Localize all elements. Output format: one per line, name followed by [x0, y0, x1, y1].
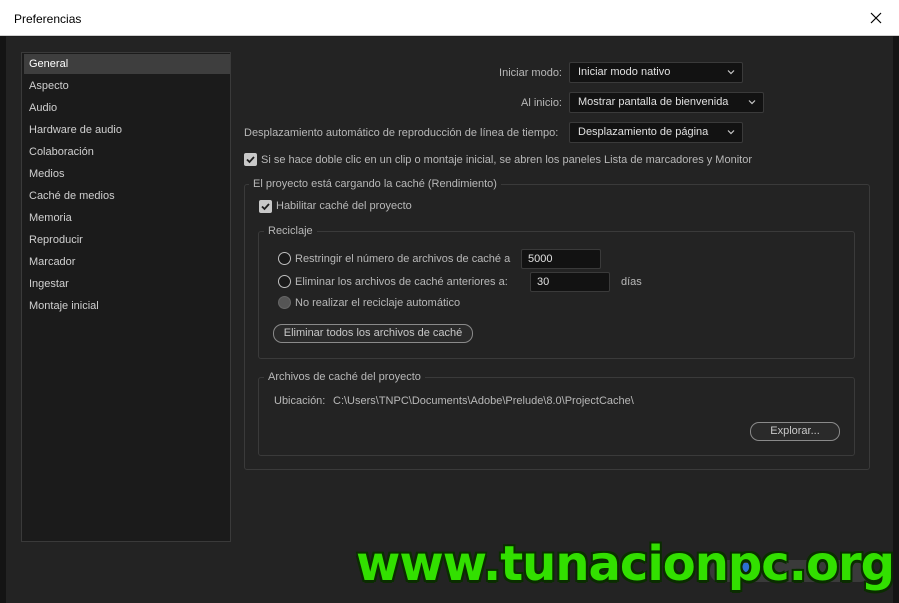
sidebar-item-medios[interactable]: Medios	[24, 164, 230, 184]
sidebar-item-ingestar[interactable]: Ingestar	[24, 274, 230, 294]
window-title: Preferencias	[14, 12, 82, 26]
watermark-text: www.tunacionpc.org	[356, 536, 895, 592]
chevron-down-icon	[727, 130, 735, 135]
delete-all-cache-button[interactable]: Eliminar todos los archivos de caché	[273, 324, 473, 343]
older-than-input[interactable]: 30	[530, 272, 610, 292]
no-recycle-radio[interactable]	[278, 296, 291, 309]
sidebar-item-memoria[interactable]: Memoria	[24, 208, 230, 228]
location-value: C:\Users\TNPC\Documents\Adobe\Prelude\8.…	[333, 395, 634, 407]
sidebar-item-aspecto[interactable]: Aspecto	[24, 76, 230, 96]
older-than-radio[interactable]	[278, 275, 291, 288]
checkmark-icon	[246, 156, 255, 164]
cache-files-group-title: Archivos de caché del proyecto	[264, 371, 425, 383]
limit-files-input[interactable]: 5000	[521, 249, 601, 269]
sidebar-item-cache-medios[interactable]: Caché de medios	[24, 186, 230, 206]
checkmark-icon	[261, 203, 270, 211]
on-start-label: Al inicio:	[521, 97, 562, 109]
close-button[interactable]	[853, 0, 899, 36]
doubleclick-checkbox[interactable]	[244, 153, 257, 166]
startup-mode-label: Iniciar modo:	[499, 67, 562, 79]
autoscroll-dropdown[interactable]: Desplazamiento de página	[569, 122, 743, 143]
close-icon	[870, 12, 882, 24]
limit-files-radio[interactable]	[278, 252, 291, 265]
no-recycle-label: No realizar el reciclaje automático	[295, 297, 461, 309]
location-label: Ubicación:	[274, 395, 326, 407]
startup-mode-value: Iniciar modo nativo	[578, 66, 671, 78]
on-start-dropdown[interactable]: Mostrar pantalla de bienvenida	[569, 92, 764, 113]
sidebar-item-montaje-inicial[interactable]: Montaje inicial	[24, 296, 230, 316]
browse-button[interactable]: Explorar...	[750, 422, 840, 441]
doubleclick-label: Si se hace doble clic en un clip o monta…	[261, 154, 752, 166]
sidebar-item-audio[interactable]: Audio	[24, 98, 230, 118]
sidebar-item-colaboracion[interactable]: Colaboración	[24, 142, 230, 162]
recycle-group-title: Reciclaje	[264, 225, 317, 237]
limit-files-label: Restringir el número de archivos de cach…	[295, 253, 511, 265]
chevron-down-icon	[727, 70, 735, 75]
days-label: días	[621, 276, 642, 288]
preferences-sidebar: General Aspecto Audio Hardware de audio …	[21, 52, 231, 542]
sidebar-item-hardware-audio[interactable]: Hardware de audio	[24, 120, 230, 140]
chevron-down-icon	[748, 100, 756, 105]
cache-files-group	[258, 377, 855, 456]
dialog-edge-right	[893, 36, 899, 603]
older-than-label: Eliminar los archivos de caché anteriore…	[295, 276, 508, 288]
startup-mode-dropdown[interactable]: Iniciar modo nativo	[569, 62, 743, 83]
autoscroll-label: Desplazamiento automático de reproducció…	[244, 127, 559, 139]
sidebar-item-reproducir[interactable]: Reproducir	[24, 230, 230, 250]
on-start-value: Mostrar pantalla de bienvenida	[578, 96, 729, 108]
autoscroll-value: Desplazamiento de página	[578, 126, 709, 138]
cache-group-title: El proyecto está cargando la caché (Rend…	[249, 178, 501, 190]
enable-cache-label: Habilitar caché del proyecto	[276, 200, 412, 212]
sidebar-item-general[interactable]: General	[24, 54, 230, 74]
title-bar: Preferencias	[0, 0, 899, 36]
sidebar-item-marcador[interactable]: Marcador	[24, 252, 230, 272]
enable-cache-checkbox[interactable]	[259, 200, 272, 213]
